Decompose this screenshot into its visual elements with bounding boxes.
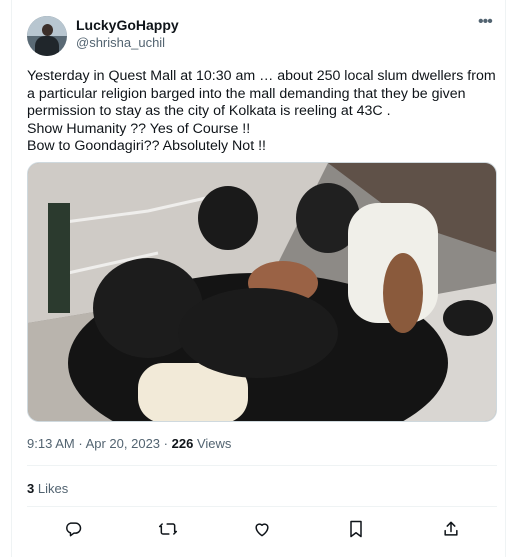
author-name[interactable]: LuckyGoHappy (76, 17, 179, 33)
divider-bottom (27, 506, 497, 507)
reply-icon[interactable] (63, 519, 83, 539)
tweet-time[interactable]: 9:13 AM (27, 436, 75, 451)
retweet-icon[interactable] (158, 519, 178, 539)
views-label: Views (196, 436, 232, 451)
divider-top (27, 465, 497, 466)
meta-separator-2: · (163, 436, 168, 451)
more-horizontal-icon[interactable]: ••• (478, 14, 493, 30)
tweet-meta: 9:13 AM · Apr 20, 2023 · 226 Views (27, 436, 231, 451)
meta-separator: · (78, 436, 83, 451)
like-icon[interactable] (252, 519, 272, 539)
likes-label: Likes (37, 481, 69, 496)
tweet-media[interactable] (27, 162, 497, 422)
tweet-date[interactable]: Apr 20, 2023 (86, 436, 160, 451)
likes-summary[interactable]: 3 Likes (27, 481, 68, 496)
view-count: 226 (171, 436, 194, 451)
media-image (28, 163, 496, 421)
share-icon[interactable] (441, 519, 461, 539)
avatar[interactable] (27, 16, 67, 56)
tweet-text: Yesterday in Quest Mall at 10:30 am … ab… (27, 68, 496, 154)
likes-count: 3 (27, 481, 35, 496)
author-handle[interactable]: @shrisha_uchil (76, 35, 165, 50)
bookmark-icon[interactable] (346, 519, 366, 539)
